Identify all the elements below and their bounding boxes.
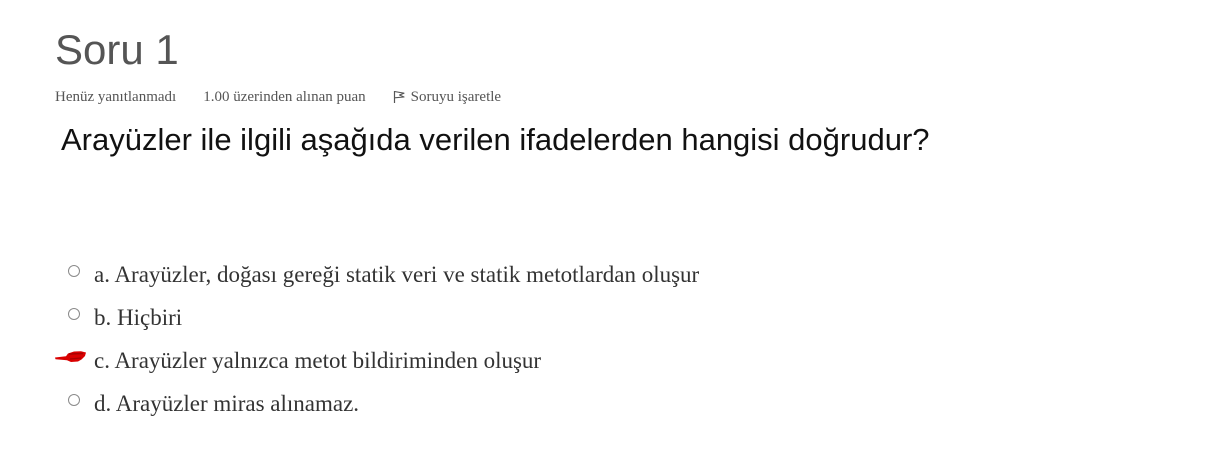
answer-label: a. Arayüzler, doğası gereği statik veri …	[94, 261, 700, 287]
answer-radio-wrap	[54, 342, 94, 382]
question-text: Arayüzler ile ilgili aşağıda verilen ifa…	[61, 122, 930, 157]
radio-button[interactable]	[68, 307, 80, 320]
flag-question-link[interactable]: Soruyu işaretle	[393, 89, 501, 106]
answer-option-d[interactable]: d. Arayüzler miras alınamaz.	[54, 383, 699, 426]
answer-label: d. Arayüzler miras alınamaz.	[94, 390, 360, 416]
flag-label: Soruyu işaretle	[410, 88, 502, 105]
question-grade: 1.00 üzerinden alınan puan	[203, 88, 366, 105]
question-status: Henüz yanıtlanmadı	[55, 88, 177, 105]
answer-option-a[interactable]: a. Arayüzler, doğası gereği statik veri …	[54, 254, 699, 297]
answer-option-b[interactable]: b. Hiçbiri	[54, 297, 699, 340]
red-scribble-mark	[55, 350, 86, 362]
question-info: Henüz yanıtlanmadı 1.00 üzerinden alınan…	[55, 87, 501, 107]
answer-option-c[interactable]: c. Arayüzler yalnızca metot bildiriminde…	[54, 340, 699, 383]
answer-label: c. Arayüzler yalnızca metot bildiriminde…	[94, 347, 542, 373]
flag-icon	[393, 90, 405, 103]
answer-radio-wrap	[54, 299, 94, 339]
question-title: Soru 1	[55, 26, 179, 73]
radio-button[interactable]	[68, 393, 80, 406]
answer-radio-wrap	[54, 256, 94, 296]
answer-label: b. Hiçbiri	[94, 304, 183, 330]
radio-button[interactable]	[68, 264, 80, 277]
answer-list: a. Arayüzler, doğası gereği statik veri …	[54, 254, 699, 426]
answer-radio-wrap	[54, 385, 94, 425]
